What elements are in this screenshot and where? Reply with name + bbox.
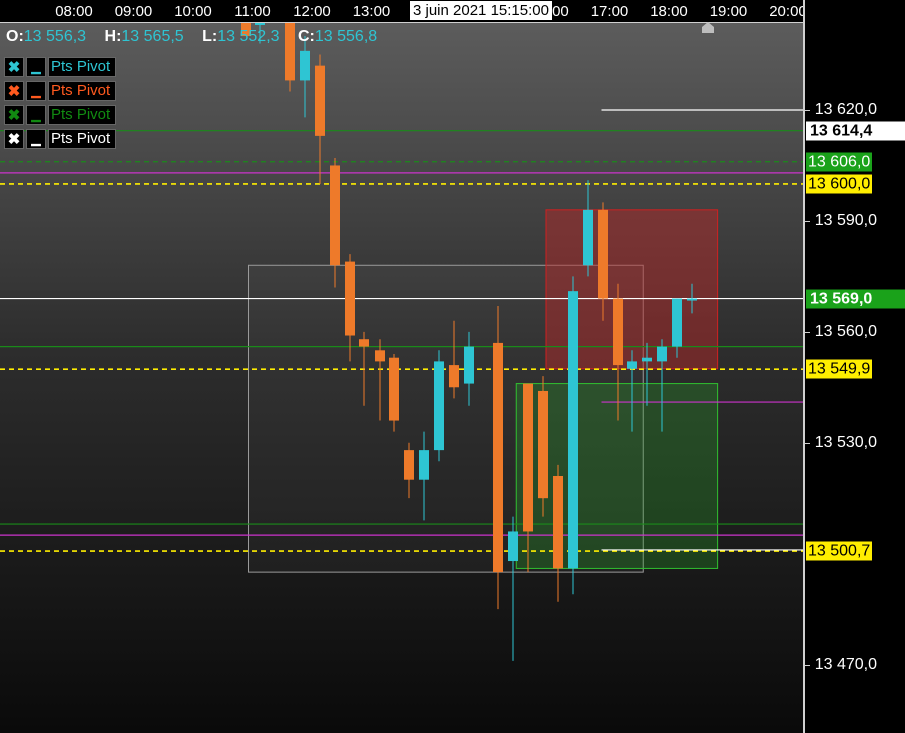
time-tick-label: 13:00 [352,3,391,20]
price-tag: 13 549,9 [806,359,873,379]
indicator-legend: ✖ ▁ Pts Pivot ✖ ▁ Pts Pivot ✖ ▁ Pts Pivot ✖ ▁ Pts P… [4,57,117,153]
candle-body [657,346,667,362]
candle-body [359,339,369,347]
price-chart-area[interactable] [0,23,803,733]
time-tick-label: 10:00 [174,3,212,20]
close-x-icon[interactable]: ✖ [4,57,24,77]
time-tick-label: 19:00 [709,3,748,20]
line-style-icon[interactable]: ▁ [26,81,46,101]
price-tag: 13 600,0 [806,174,873,194]
candle-body [583,209,593,266]
price-tick-label: 13 590,0 [814,211,877,229]
low-value: 13 552,3 [217,28,280,45]
price-tick-label: 13 530,0 [814,433,877,451]
price-tick-label: 13 620,0 [814,101,877,118]
candle-body [330,165,340,266]
close-value: 13 556,8 [314,28,378,45]
candle-body [404,450,414,480]
cursor-time-label: 3 juin 2021 15:15:00 [410,1,552,20]
candle-body [553,476,563,569]
time-tick-label: 08:00 [55,3,93,20]
time-tick-label: 09:00 [114,3,153,20]
time-tick-label: 12:00 [293,3,331,20]
time-axis[interactable]: 08:0009:0010:0011:0012:0013:0014:0015:00… [0,0,807,23]
time-tick-label: 18:00 [650,3,688,20]
candle-body [255,23,265,25]
legend-label[interactable]: Pts Pivot [48,105,117,125]
candle-body [389,357,399,421]
candle-body [627,361,637,369]
legend-row: ✖ ▁ Pts Pivot [4,81,117,101]
scroll-home-shape [702,22,714,33]
legend-label[interactable]: Pts Pivot [48,129,117,149]
price-tick-label: 13 560,0 [814,322,877,340]
price-tick-label: 13 470,0 [814,655,877,673]
candle-body [538,390,548,499]
line-style-icon[interactable]: ▁ [26,57,46,77]
legend-row: ✖ ▁ Pts Pivot [4,129,117,149]
candle-body [508,531,518,562]
price-tag: 13 569,0 [806,289,905,309]
price-tag: 13 606,0 [806,152,873,172]
candle-body [419,450,429,480]
price-scale[interactable]: 13 620,0 13 590,0 13 560,0 13 530,0 13 470,0… [803,0,905,733]
candle-body [523,383,533,532]
time-tick-label: 11:00 [234,3,271,20]
close-x-icon[interactable]: ✖ [4,129,24,149]
scroll-home-icon[interactable] [701,22,715,34]
legend-row: ✖ ▁ Pts Pivot [4,57,117,77]
open-key: O: [6,28,24,45]
candle-body [598,209,608,299]
price-tick-mark [805,110,810,111]
candle-body [300,50,310,81]
price-tag: 13 500,7 [806,541,873,561]
candle-body [449,365,459,388]
candlestick-chart [0,23,803,661]
close-x-icon[interactable]: ✖ [4,81,24,101]
open-value: 13 556,3 [23,28,87,45]
high-value: 13 565,5 [121,28,184,45]
price-tick-mark [805,220,810,222]
high-key: H: [104,28,122,45]
close-x-icon[interactable]: ✖ [4,105,24,125]
candle-body [375,350,385,362]
candle-body [464,346,474,384]
price-tag: 13 614,4 [806,121,905,141]
candle-body [345,261,355,336]
time-tick-label: 17:00 [590,3,629,20]
candle-body [642,357,652,362]
legend-label[interactable]: Pts Pivot [48,57,117,77]
candle-body [687,298,697,301]
candle-body [315,65,325,136]
candle-body [672,298,682,347]
price-tick-mark [805,664,810,666]
line-style-icon[interactable]: ▁ [26,129,46,149]
candle-body [613,298,623,366]
candle-body [568,291,578,569]
low-key: L: [202,28,218,45]
candle-body [493,342,503,573]
close-key: C: [297,28,315,45]
price-tick-mark [805,442,810,444]
legend-label[interactable]: Pts Pivot [48,81,117,101]
ohlc-readout: O:13 556,3 H:13 565,5 L:13 552,3 C:13 55… [6,28,391,46]
chart-window: 08:0009:0010:0011:0012:0013:0014:0015:00… [0,0,905,733]
price-tick-mark [805,331,810,333]
candle-body [434,361,444,451]
line-style-icon[interactable]: ▁ [26,105,46,125]
legend-row: ✖ ▁ Pts Pivot [4,105,117,125]
